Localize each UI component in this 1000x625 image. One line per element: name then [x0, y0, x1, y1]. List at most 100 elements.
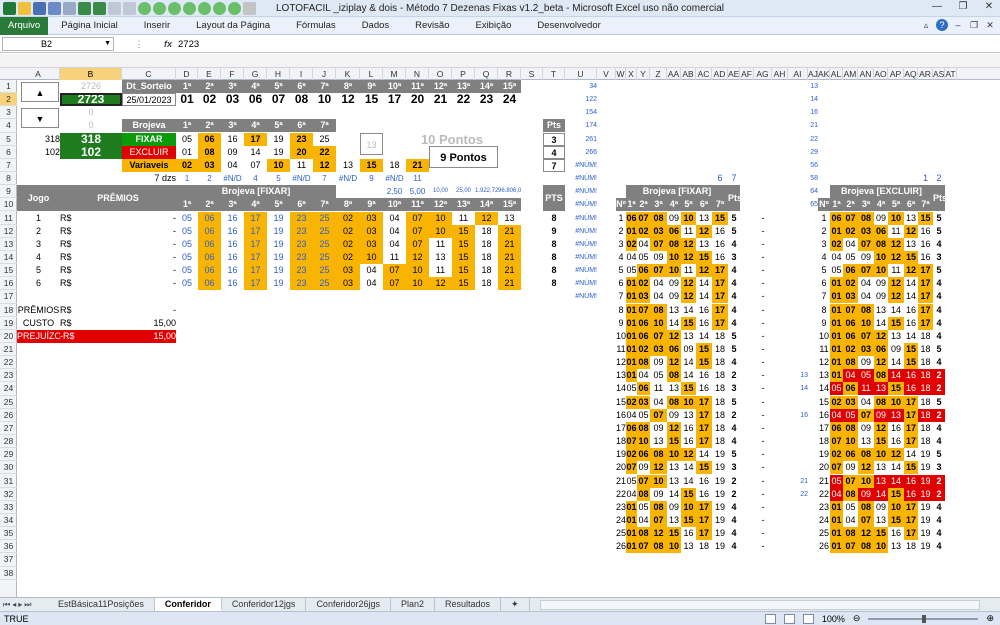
excluir-table-number[interactable]: 05 — [843, 408, 858, 422]
fixar-table-number[interactable]: 12 — [667, 329, 681, 343]
draw-number[interactable]: 10 — [313, 93, 336, 106]
excluir-table-row-number[interactable]: 25 — [818, 527, 830, 540]
ah-value[interactable]: 14 — [788, 382, 808, 395]
excluir-table-header[interactable]: 6ª — [904, 198, 918, 212]
draw-position-header[interactable]: 14ª — [475, 80, 498, 93]
row-header-33[interactable]: 33 — [0, 501, 17, 514]
fixar-table-pts[interactable]: 4 — [728, 422, 740, 435]
dash-value[interactable]: - — [754, 475, 772, 488]
fixar-table-number[interactable]: 08 — [650, 500, 667, 514]
column-header-ai[interactable]: AI — [788, 68, 808, 80]
fixar-table-number[interactable]: 10 — [637, 435, 650, 449]
row-header-2[interactable]: 2 — [0, 93, 17, 107]
excluir-table-number[interactable]: 18 — [918, 356, 933, 370]
fixar-table-number[interactable]: 13 — [681, 540, 696, 554]
draw-position-header[interactable]: 11ª — [406, 80, 429, 93]
excluir-table-number[interactable]: 10 — [888, 395, 904, 409]
jogo-number[interactable]: 5 — [17, 264, 60, 277]
fixar-table-number[interactable]: 01 — [626, 224, 637, 238]
chevron-down-icon[interactable]: ▼ — [104, 38, 111, 50]
dash-value[interactable]: - — [754, 304, 772, 317]
game-number[interactable]: 12 — [475, 211, 498, 225]
help-icon[interactable]: ? — [936, 19, 948, 31]
excluir-table-row-number[interactable]: 9 — [818, 317, 830, 330]
u-num-value[interactable]: #NÚM! — [565, 238, 597, 251]
game-position-header[interactable]: 8ª — [336, 198, 360, 212]
fixar-table-number[interactable]: 16 — [696, 303, 712, 317]
pts-header[interactable]: Pts — [543, 119, 565, 133]
excluir-table-pts[interactable]: 2 — [933, 487, 945, 501]
column-header-k[interactable]: K — [336, 68, 360, 80]
column-header-r[interactable]: R — [498, 68, 521, 80]
pts-value[interactable]: 4 — [543, 145, 565, 159]
tab-inserir[interactable]: Inserir — [131, 17, 183, 35]
brojeva-label[interactable]: Brojeva — [122, 119, 176, 133]
game-number[interactable]: 03 — [336, 264, 360, 278]
excluir-table-number[interactable]: 15 — [904, 250, 918, 264]
sort-asc-icon[interactable] — [78, 1, 91, 15]
excluir-table-header[interactable]: 2ª — [843, 198, 858, 212]
excluir-table-number[interactable]: 06 — [874, 343, 888, 356]
dash-value[interactable]: - — [754, 290, 772, 303]
row-header-18[interactable]: 18 — [0, 304, 17, 317]
fixar-table-pts-header[interactable]: Pts — [728, 185, 740, 212]
excluir-table-number[interactable]: 13 — [874, 474, 888, 488]
draw-position-header[interactable]: 4ª — [244, 80, 267, 93]
draw-number[interactable]: 15 — [360, 93, 383, 106]
game-number[interactable]: 05 — [176, 264, 198, 278]
row-header-38[interactable]: 38 — [0, 567, 17, 580]
excluir-count[interactable]: 102 — [60, 145, 122, 159]
excluir-table-pts[interactable]: 2 — [933, 382, 945, 396]
fixar-table-pts[interactable]: 3 — [728, 461, 740, 474]
game-number[interactable]: 15 — [452, 224, 475, 238]
fixar-table-number[interactable]: 04 — [637, 237, 650, 251]
excluir-table-number[interactable]: 13 — [904, 211, 918, 225]
draw-position-header[interactable]: 1ª — [176, 80, 198, 93]
excluir-table-number[interactable]: 03 — [858, 343, 874, 356]
green-circle-icon[interactable] — [228, 1, 241, 15]
excluir-table-row-number[interactable]: 15 — [818, 396, 830, 409]
position-index[interactable]: #N/D — [290, 172, 313, 185]
fixar-table-number[interactable]: 10 — [667, 448, 681, 462]
fixar-table-number[interactable]: 13 — [667, 513, 681, 527]
zero-value[interactable]: 0 — [60, 119, 122, 132]
position-index[interactable]: 7 — [313, 172, 336, 185]
row-header-12[interactable]: 12 — [0, 225, 17, 238]
fixar-table-row-number[interactable]: 3 — [616, 238, 626, 251]
excluir-table-number[interactable]: 04 — [858, 395, 874, 409]
row-header-22[interactable]: 22 — [0, 356, 17, 370]
game-number[interactable]: 04 — [383, 211, 406, 225]
fixar-table-number[interactable]: 10 — [667, 540, 681, 554]
u-value[interactable]: 154 — [565, 106, 597, 119]
excluir-table-number[interactable]: 16 — [888, 421, 904, 435]
column-header-af[interactable]: AF — [740, 68, 754, 80]
tab-layout-pagina[interactable]: Layout da Página — [183, 17, 283, 35]
fixar-table-number[interactable]: 02 — [637, 343, 650, 356]
excluir-table-number[interactable]: 01 — [830, 527, 843, 541]
dash-value[interactable]: - — [754, 435, 772, 448]
u-value[interactable]: #NÚM! — [565, 198, 597, 211]
excluir-table-number[interactable]: 15 — [918, 211, 933, 225]
fixar-spinner-value[interactable]: 318 — [17, 133, 60, 146]
fixar-table-number[interactable]: 01 — [626, 356, 637, 370]
u-value[interactable]: 261 — [565, 133, 597, 146]
excluir-table-pts[interactable]: 4 — [933, 527, 945, 540]
game-number[interactable]: 04 — [383, 237, 406, 251]
u-num-value[interactable]: #NÚM! — [565, 212, 597, 225]
excluir-table-pts[interactable]: 4 — [933, 304, 945, 317]
row-header-25[interactable]: 25 — [0, 396, 17, 409]
variavel-number[interactable]: 21 — [406, 158, 429, 172]
game-number[interactable]: 21 — [498, 250, 521, 264]
variavel-number[interactable]: 03 — [198, 158, 221, 172]
fixar-table-row-number[interactable]: 19 — [616, 448, 626, 461]
position-index[interactable]: 9 — [360, 172, 383, 185]
tab-revisao[interactable]: Revisão — [402, 17, 462, 35]
excluir-table-number[interactable]: 10 — [874, 448, 888, 462]
draw-position-header[interactable]: 9ª — [360, 80, 383, 93]
column-header-n[interactable]: N — [406, 68, 429, 80]
fixar-table-number[interactable]: 02 — [626, 448, 637, 462]
excluir-table-number[interactable]: 09 — [874, 277, 888, 291]
print-preview-icon[interactable] — [108, 1, 121, 15]
fixar-table-row-number[interactable]: 20 — [616, 461, 626, 474]
excluir-table-number[interactable]: 02 — [843, 343, 858, 356]
